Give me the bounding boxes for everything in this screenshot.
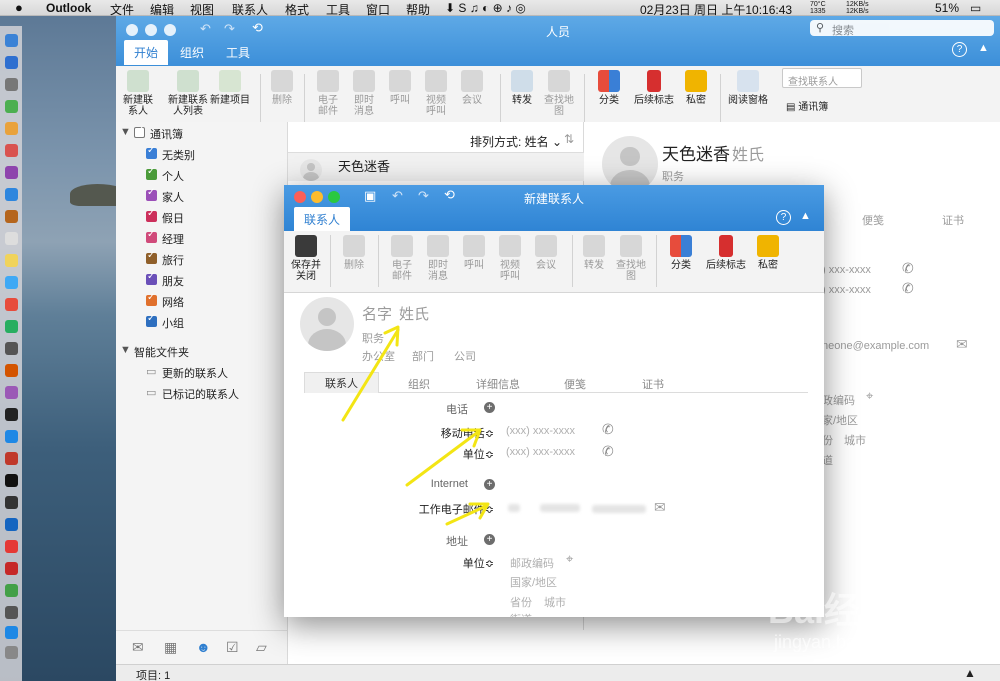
battery-percent: 51% — [935, 1, 960, 15]
battery-icon[interactable]: ▭ — [970, 1, 981, 15]
arrow-to-mobile — [405, 430, 480, 487]
temp-readout: 70°C 1335 — [810, 1, 826, 15]
annotation-arrows — [341, 325, 490, 526]
apple-icon[interactable]: ● — [15, 0, 23, 15]
menu-edit[interactable]: 编辑 — [150, 1, 174, 18]
app-menu[interactable]: Outlook — [46, 1, 91, 15]
menu-help[interactable]: 帮助 — [406, 1, 430, 18]
watermark-domain: jingyan.baidu.com — [774, 632, 920, 652]
menu-tools[interactable]: 工具 — [326, 1, 350, 18]
arrow-to-name — [341, 328, 400, 422]
menu-view[interactable]: 视图 — [190, 1, 214, 18]
watermark-logo: Bai经验 — [768, 590, 897, 631]
mac-menubar: ● Outlook 文件 编辑 视图 联系人 格式 工具 窗口 帮助 ⬇ S ♫… — [0, 0, 1000, 18]
menu-contacts[interactable]: 联系人 — [232, 1, 268, 18]
status-icons[interactable]: ⬇ S ♫ ◐ ⊕ ♪ ◎ — [445, 1, 526, 15]
baidu-watermark: Bai经验 jingyan.baidu.com — [768, 582, 978, 662]
menu-file[interactable]: 文件 — [110, 1, 134, 18]
clock[interactable]: 02月23日 周日 上午10:16:43 — [640, 1, 792, 18]
menu-window[interactable]: 窗口 — [366, 1, 390, 18]
menu-format[interactable]: 格式 — [285, 1, 309, 18]
network-speed: 12KB/s 12KB/s — [846, 1, 869, 15]
